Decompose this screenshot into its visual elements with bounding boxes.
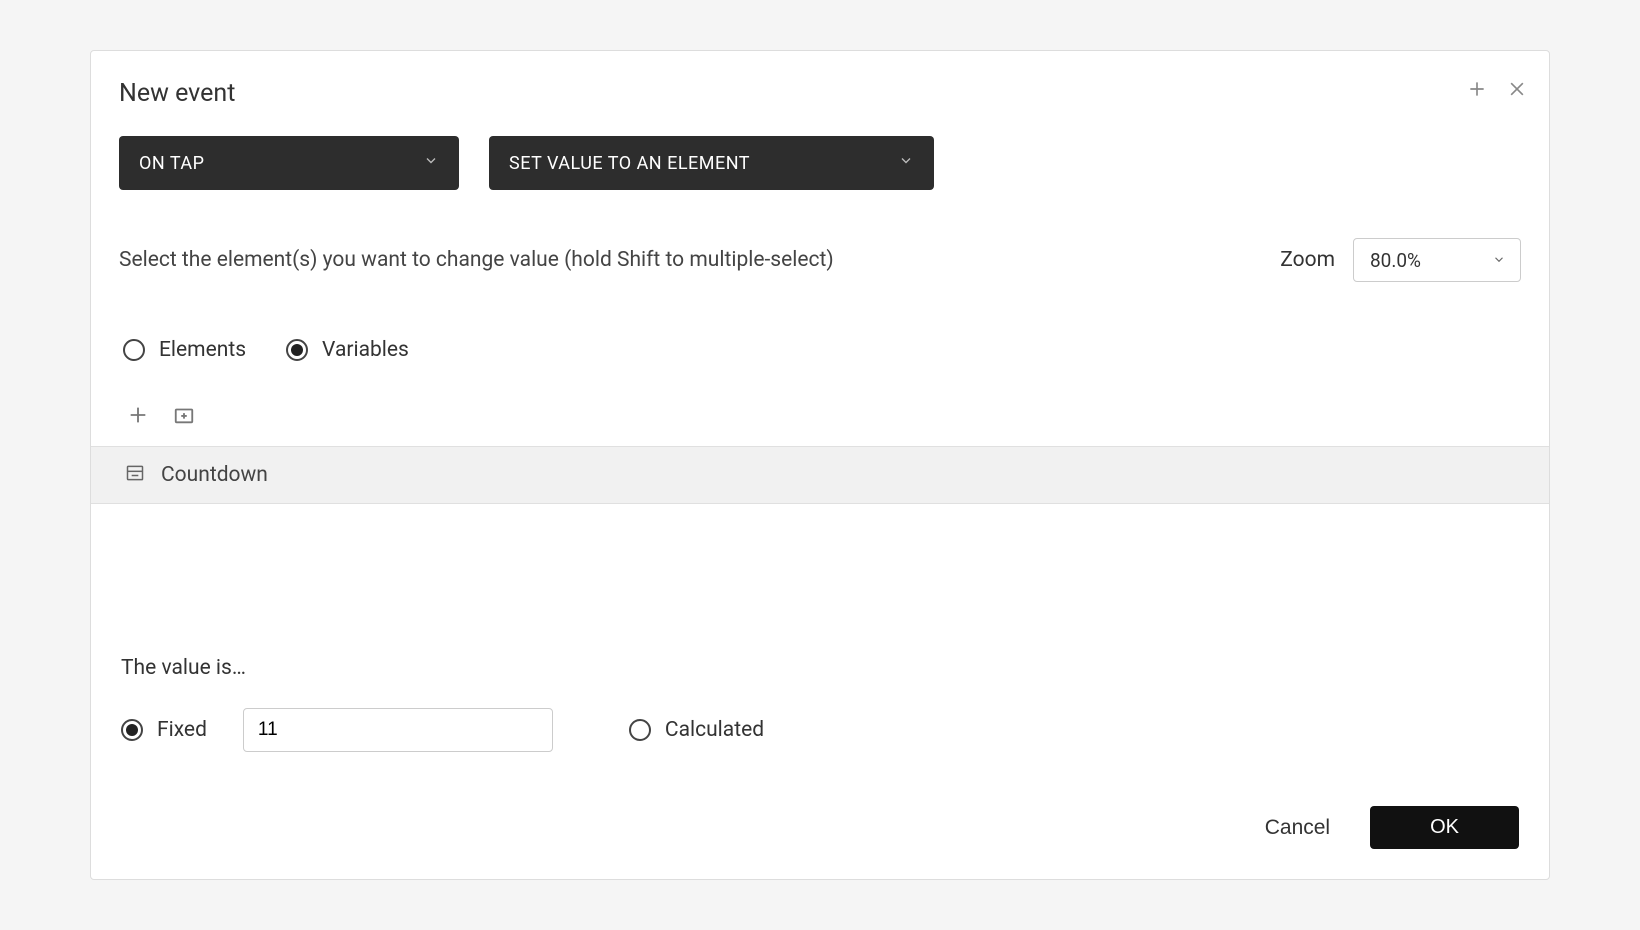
action-select-value: SET VALUE TO AN ELEMENT: [509, 153, 750, 174]
dialog-footer: Cancel OK: [91, 772, 1549, 879]
radio-indicator: [286, 339, 308, 361]
variable-list: Countdown: [91, 446, 1549, 504]
radio-elements-label: Elements: [159, 338, 246, 362]
radio-fixed[interactable]: Fixed: [121, 718, 207, 742]
instruction-text: Select the element(s) you want to change…: [119, 248, 834, 272]
chevron-down-icon: [423, 153, 439, 174]
zoom-select[interactable]: 80.0%: [1353, 238, 1521, 282]
dialog-header: New event: [91, 51, 1549, 108]
variable-toolbar: [91, 362, 1549, 446]
trigger-select-value: ON TAP: [139, 153, 204, 174]
value-mode-row: Fixed Calculated: [121, 708, 1521, 752]
radio-indicator: [629, 719, 651, 741]
radio-fixed-label: Fixed: [157, 718, 207, 742]
zoom-label: Zoom: [1280, 248, 1335, 272]
variable-name: Countdown: [161, 463, 268, 487]
value-section: The value is… Fixed Calculated: [91, 656, 1549, 772]
add-variable-icon[interactable]: [125, 402, 151, 428]
radio-elements[interactable]: Elements: [123, 338, 246, 362]
add-icon[interactable]: [1463, 75, 1491, 103]
radio-calculated-label: Calculated: [665, 718, 764, 742]
header-controls: [1463, 75, 1531, 103]
ok-button[interactable]: OK: [1370, 806, 1519, 849]
variable-row[interactable]: Countdown: [91, 447, 1549, 504]
add-folder-icon[interactable]: [171, 402, 197, 428]
target-mode-radio-group: Elements Variables: [91, 282, 1549, 362]
radio-variables-label: Variables: [322, 338, 409, 362]
close-icon[interactable]: [1503, 75, 1531, 103]
instruction-row: Select the element(s) you want to change…: [91, 190, 1549, 282]
chevron-down-icon: [1492, 249, 1506, 272]
radio-calculated[interactable]: Calculated: [629, 718, 764, 742]
radio-indicator: [121, 719, 143, 741]
trigger-select[interactable]: ON TAP: [119, 136, 459, 190]
radio-variables[interactable]: Variables: [286, 338, 409, 362]
cancel-button[interactable]: Cancel: [1265, 816, 1330, 840]
zoom-control: Zoom 80.0%: [1280, 238, 1521, 282]
variable-icon: [125, 463, 145, 487]
event-config-row: ON TAP SET VALUE TO AN ELEMENT: [91, 108, 1549, 190]
zoom-value: 80.0%: [1370, 249, 1421, 272]
radio-indicator: [123, 339, 145, 361]
fixed-value-input[interactable]: [243, 708, 553, 752]
dialog-title: New event: [119, 69, 235, 108]
action-select[interactable]: SET VALUE TO AN ELEMENT: [489, 136, 934, 190]
value-heading: The value is…: [121, 656, 1521, 680]
new-event-dialog: New event ON TAP SET VALUE TO AN ELEMENT…: [90, 50, 1550, 880]
chevron-down-icon: [898, 153, 914, 174]
